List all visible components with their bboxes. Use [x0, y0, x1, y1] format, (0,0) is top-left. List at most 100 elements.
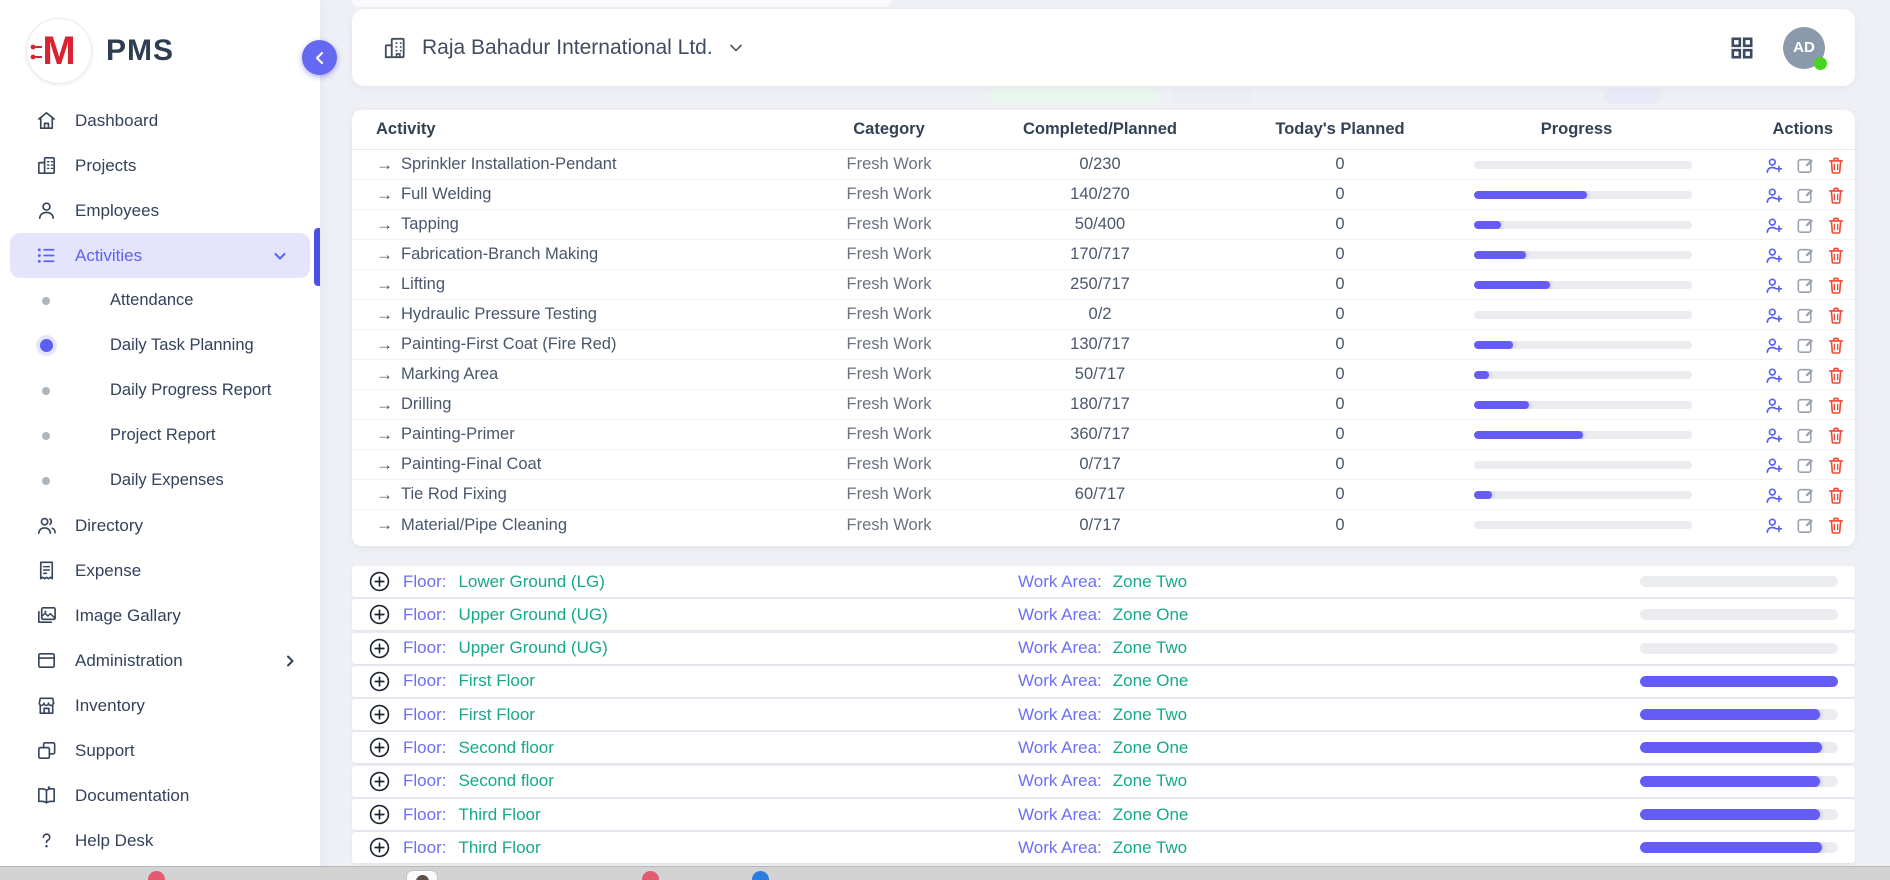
assign-user-button[interactable]: [1764, 215, 1784, 235]
sidebar-item-help-desk[interactable]: Help Desk: [0, 818, 320, 863]
delete-button[interactable]: [1826, 395, 1846, 415]
sidebar-item-label: Documentation: [75, 786, 189, 806]
book-icon: [34, 784, 58, 808]
sidebar-item-employees[interactable]: Employees: [0, 188, 320, 233]
expand-plus-icon[interactable]: [368, 836, 391, 859]
progress-cell: [1474, 341, 1692, 349]
delete-button[interactable]: [1826, 365, 1846, 385]
edit-button[interactable]: [1795, 275, 1815, 295]
expand-plus-icon[interactable]: [368, 603, 391, 626]
sidebar-item-administration[interactable]: Administration: [0, 638, 320, 683]
sidebar-subitem-attendance[interactable]: Attendance: [0, 278, 320, 323]
edit-button[interactable]: [1795, 245, 1815, 265]
delete-button[interactable]: [1826, 305, 1846, 325]
column-header-actions: Actions: [1679, 120, 1855, 139]
todays-planned-cell: 0: [1206, 185, 1474, 204]
sidebar-subitem-daily-expenses[interactable]: Daily Expenses: [0, 458, 320, 503]
user-avatar[interactable]: AD: [1783, 27, 1825, 69]
assign-user-button[interactable]: [1764, 515, 1784, 535]
floor-row[interactable]: Floor:Second floorWork Area:Zone Two: [352, 766, 1855, 797]
sidebar-item-activities[interactable]: Activities: [10, 233, 310, 278]
assign-user-button[interactable]: [1764, 155, 1784, 175]
work-area-name: Zone Two: [1113, 572, 1187, 592]
edit-button[interactable]: [1795, 335, 1815, 355]
progress-bar-fill: [1474, 341, 1513, 349]
company-name: Raja Bahadur International Ltd.: [422, 36, 713, 60]
sidebar-item-expense[interactable]: Expense: [0, 548, 320, 593]
sidebar-subitem-project-report[interactable]: Project Report: [0, 413, 320, 458]
sidebar-item-support[interactable]: Support: [0, 728, 320, 773]
sidebar-item-label: Inventory: [75, 696, 145, 716]
dock-app-icon[interactable]: [752, 871, 769, 880]
delete-button[interactable]: [1826, 245, 1846, 265]
table-header-row: ActivityCategoryCompleted/PlannedToday's…: [352, 110, 1855, 150]
sidebar-item-documentation[interactable]: Documentation: [0, 773, 320, 818]
sidebar-subitem-daily-task-planning[interactable]: Daily Task Planning: [0, 323, 320, 368]
assign-user-button[interactable]: [1764, 245, 1784, 265]
edit-button[interactable]: [1795, 455, 1815, 475]
category-cell: Fresh Work: [784, 305, 994, 324]
sidebar-collapse-button[interactable]: [302, 40, 337, 75]
edit-button[interactable]: [1795, 215, 1815, 235]
sidebar-item-label: Directory: [75, 516, 143, 536]
sidebar-item-projects[interactable]: Projects: [0, 143, 320, 188]
delete-button[interactable]: [1826, 155, 1846, 175]
assign-user-button[interactable]: [1764, 275, 1784, 295]
edit-button[interactable]: [1795, 425, 1815, 445]
sidebar-item-directory[interactable]: Directory: [0, 503, 320, 548]
floor-row[interactable]: Floor:Second floorWork Area:Zone One: [352, 732, 1855, 763]
floor-row[interactable]: Floor:Lower Ground (LG)Work Area:Zone Tw…: [352, 566, 1855, 597]
delete-button[interactable]: [1826, 275, 1846, 295]
floor-row[interactable]: Floor:Third FloorWork Area:Zone Two: [352, 832, 1855, 863]
sidebar-subitem-daily-progress-report[interactable]: Daily Progress Report: [0, 368, 320, 413]
sidebar-item-image-gallary[interactable]: Image Gallary: [0, 593, 320, 638]
floor-row[interactable]: Floor:Third FloorWork Area:Zone One: [352, 799, 1855, 830]
dock-app-icon[interactable]: [148, 871, 165, 880]
expand-plus-icon[interactable]: [368, 703, 391, 726]
completed-planned-cell: 250/717: [994, 275, 1206, 294]
expand-plus-icon[interactable]: [368, 736, 391, 759]
activity-name-cell: →Lifting: [352, 275, 784, 295]
assign-user-button[interactable]: [1764, 395, 1784, 415]
assign-user-button[interactable]: [1764, 485, 1784, 505]
dock-window-icon[interactable]: [406, 870, 438, 880]
expand-plus-icon[interactable]: [368, 803, 391, 826]
delete-button[interactable]: [1826, 215, 1846, 235]
floor-row[interactable]: Floor:Upper Ground (UG)Work Area:Zone On…: [352, 599, 1855, 630]
edit-button[interactable]: [1795, 305, 1815, 325]
floor-row[interactable]: Floor:First FloorWork Area:Zone Two: [352, 699, 1855, 730]
delete-button[interactable]: [1826, 185, 1846, 205]
completed-planned-cell: 0/230: [994, 155, 1206, 174]
expand-plus-icon[interactable]: [368, 670, 391, 693]
floor-row[interactable]: Floor:First FloorWork Area:Zone One: [352, 666, 1855, 697]
edit-button[interactable]: [1795, 395, 1815, 415]
assign-user-button[interactable]: [1764, 305, 1784, 325]
expand-plus-icon[interactable]: [368, 770, 391, 793]
assign-user-button[interactable]: [1764, 365, 1784, 385]
apps-grid-icon[interactable]: [1729, 35, 1755, 61]
sidebar-item-dashboard[interactable]: Dashboard: [0, 98, 320, 143]
sidebar-item-inventory[interactable]: Inventory: [0, 683, 320, 728]
floor-row[interactable]: Floor:Upper Ground (UG)Work Area:Zone Tw…: [352, 633, 1855, 664]
delete-button[interactable]: [1826, 485, 1846, 505]
delete-button[interactable]: [1826, 515, 1846, 535]
assign-user-button[interactable]: [1764, 185, 1784, 205]
edit-button[interactable]: [1795, 365, 1815, 385]
dock-app-icon[interactable]: [642, 871, 659, 880]
edit-button[interactable]: [1795, 185, 1815, 205]
delete-button[interactable]: [1826, 335, 1846, 355]
activity-row: →Fabrication-Branch MakingFresh Work170/…: [352, 240, 1855, 270]
edit-button[interactable]: [1795, 515, 1815, 535]
expand-plus-icon[interactable]: [368, 570, 391, 593]
arrow-right-icon: →: [376, 245, 393, 265]
delete-button[interactable]: [1826, 425, 1846, 445]
assign-user-button[interactable]: [1764, 455, 1784, 475]
edit-button[interactable]: [1795, 485, 1815, 505]
archive-icon: [34, 649, 58, 673]
edit-button[interactable]: [1795, 155, 1815, 175]
assign-user-button[interactable]: [1764, 425, 1784, 445]
expand-plus-icon[interactable]: [368, 637, 391, 660]
assign-user-button[interactable]: [1764, 335, 1784, 355]
delete-button[interactable]: [1826, 455, 1846, 475]
company-selector[interactable]: Raja Bahadur International Ltd.: [382, 35, 745, 61]
